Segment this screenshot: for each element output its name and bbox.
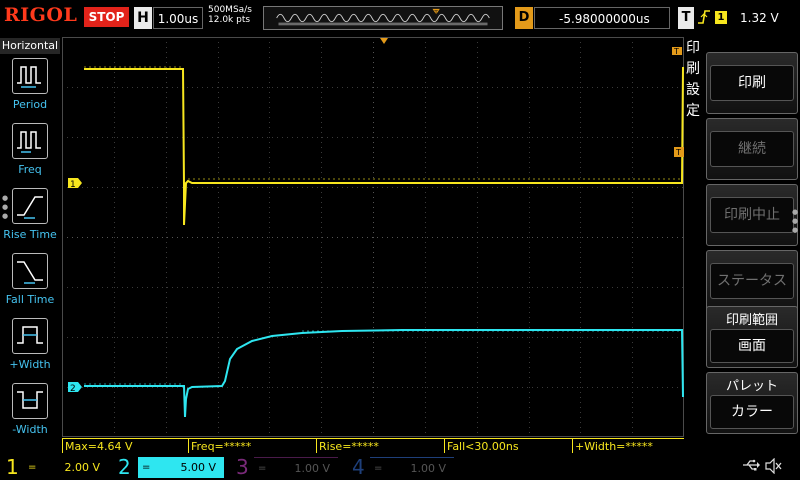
- status-bar: RIGOL STOP H 1.00us 500MSa/s 12.0k pts T…: [0, 0, 800, 36]
- positive-width-icon: [12, 318, 48, 354]
- trigger-level-marker: T: [672, 47, 682, 56]
- continue-label: 継続: [710, 131, 794, 167]
- status-button[interactable]: ステータス: [706, 250, 798, 312]
- ch2-scale-box[interactable]: = 5.00 V: [138, 457, 224, 478]
- ch1-number[interactable]: 1: [6, 455, 19, 480]
- negative-width-label: -Width: [12, 423, 48, 436]
- palette-heading: パレット: [725, 379, 778, 394]
- ch3-scale-box[interactable]: = 1.00 V: [254, 457, 338, 478]
- svg-text:T: T: [433, 10, 438, 16]
- palette-button[interactable]: パレット カラー: [706, 372, 798, 434]
- rise-time-label: Rise Time: [3, 228, 57, 241]
- fall-time-icon: [12, 253, 48, 289]
- print-range-button[interactable]: 印刷範囲 画面: [706, 306, 798, 368]
- print-settings-menu: 印刷設定 印刷 継続 印刷中止 ステータス 印刷範囲 画面 パレット カラー ●…: [684, 36, 800, 438]
- ch1-scale-box[interactable]: = 2.00 V: [24, 457, 108, 478]
- rising-edge-icon: [697, 8, 711, 32]
- trigger-label: T: [678, 7, 694, 29]
- measure-positive-width[interactable]: +Width: [0, 318, 60, 382]
- delay-value[interactable]: -5.98000000us: [534, 7, 670, 29]
- frequency-label: Freq: [18, 163, 42, 176]
- print-label: 印刷: [710, 65, 794, 101]
- measurement-positive-width: +Width=*****: [572, 438, 684, 453]
- ch4-scale-box[interactable]: = 1.00 V: [370, 457, 454, 478]
- menu-title: 印刷設定: [686, 40, 700, 119]
- measure-menu: Horizontal Period Freq ● ● ● Rise Time Fal…: [0, 36, 60, 438]
- negative-width-icon: [12, 383, 48, 419]
- measurement-bar: Max=4.64 V Freq=***** Rise=***** Fall<30…: [62, 438, 684, 454]
- measure-rise-time[interactable]: Rise Time: [0, 188, 60, 252]
- delay-label: D: [515, 7, 533, 29]
- sample-rate: 500MSa/s: [208, 5, 252, 15]
- measurement-freq: Freq=*****: [188, 438, 316, 453]
- ch3-scale: 1.00 V: [294, 462, 330, 475]
- status-label: ステータス: [710, 263, 794, 299]
- ch2-marker-label: 2: [70, 384, 76, 394]
- ch4-number[interactable]: 4: [352, 455, 365, 480]
- measure-frequency[interactable]: Freq: [0, 123, 60, 187]
- print-button[interactable]: 印刷: [706, 52, 798, 114]
- trigger-level-marker-right: T: [674, 147, 684, 157]
- ch4-scale: 1.00 V: [410, 462, 446, 475]
- ch1-coupling: =: [28, 462, 37, 473]
- sample-info: 500MSa/s 12.0k pts: [208, 5, 252, 25]
- period-icon: [12, 58, 48, 94]
- measure-negative-width[interactable]: -Width: [0, 383, 60, 447]
- trigger-level[interactable]: 1.32 V: [740, 7, 779, 29]
- channel-bar: 1 = 2.00 V 2 = 5.00 V 3 = 1.00 V 4 = 1.0…: [0, 455, 800, 480]
- memory-depth: 12.0k pts: [208, 15, 251, 25]
- stop-print-button[interactable]: 印刷中止: [706, 184, 798, 246]
- rigol-logo: RIGOL: [4, 4, 78, 26]
- period-label: Period: [12, 98, 48, 111]
- waveform-display[interactable]: 1 2 T T: [62, 37, 684, 437]
- ch2-coupling: =: [142, 462, 151, 473]
- frequency-icon: [12, 123, 48, 159]
- measurement-fall: Fall<30.00ns: [444, 438, 572, 453]
- measure-fall-time[interactable]: Fall Time: [0, 253, 60, 317]
- continue-button[interactable]: 継続: [706, 118, 798, 180]
- menu-page-dots: ● ● ●: [792, 208, 799, 234]
- ch3-number[interactable]: 3: [236, 455, 249, 480]
- fall-time-label: Fall Time: [5, 293, 55, 306]
- ch1-marker-label: 1: [70, 180, 76, 190]
- horizontal-scale[interactable]: 1.00us: [153, 7, 203, 29]
- rise-time-icon: [12, 188, 48, 224]
- measure-menu-title: Horizontal: [0, 38, 60, 54]
- horizontal-label: H: [134, 7, 152, 29]
- measurement-rise: Rise=*****: [316, 438, 444, 453]
- run-stop-indicator[interactable]: STOP: [84, 7, 129, 27]
- ch2-scale: 5.00 V: [180, 461, 216, 474]
- ch3-coupling: =: [258, 463, 267, 474]
- trigger-source: 1: [715, 11, 727, 24]
- ch1-scale: 2.00 V: [64, 461, 100, 474]
- usb-icon: [742, 458, 760, 476]
- print-range-value: 画面: [710, 329, 794, 363]
- speaker-muted-icon[interactable]: [764, 457, 782, 478]
- trigger-position-label: T: [675, 148, 681, 157]
- print-range-heading: 印刷範囲: [725, 313, 778, 328]
- trigger-level-label: T: [673, 47, 679, 56]
- memory-overview: T: [263, 6, 503, 30]
- measurement-max: Max=4.64 V: [62, 438, 188, 453]
- ch2-number[interactable]: 2: [118, 455, 131, 480]
- measure-period[interactable]: Period: [0, 58, 60, 122]
- ch4-coupling: =: [374, 463, 383, 474]
- positive-width-label: +Width: [9, 358, 51, 371]
- palette-value: カラー: [710, 395, 794, 429]
- stop-print-label: 印刷中止: [710, 197, 794, 233]
